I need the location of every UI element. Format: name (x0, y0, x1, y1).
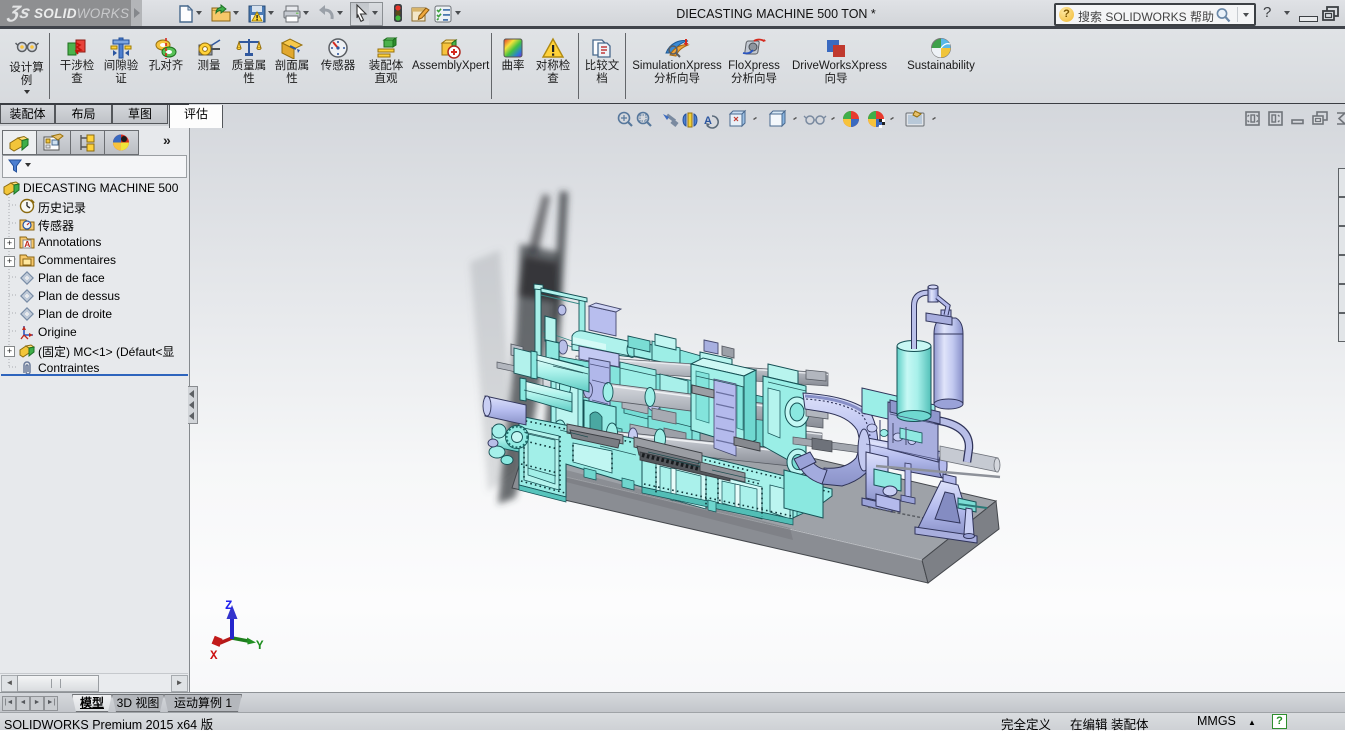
svg-text:A: A (24, 239, 30, 249)
svg-text:Y: Y (256, 639, 264, 653)
svg-text:Z: Z (225, 599, 233, 613)
svg-text:X: X (210, 649, 218, 663)
svg-text:A: A (704, 115, 712, 127)
